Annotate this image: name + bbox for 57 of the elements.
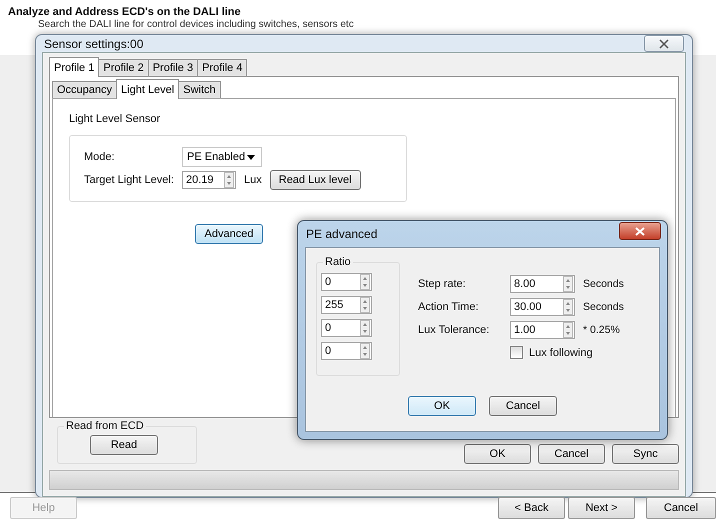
setting-field[interactable]: 30.00 <box>510 298 575 316</box>
profile-tab[interactable]: Profile 3 <box>148 59 198 76</box>
section-title: Light Level Sensor <box>69 113 162 125</box>
read-button[interactable]: Read <box>90 435 158 455</box>
target-light-level-label: Target Light Level: <box>84 174 175 186</box>
unit-label: Lux <box>244 174 262 186</box>
dropdown-arrow-icon <box>247 154 255 160</box>
setting-field[interactable]: 1.00 <box>510 320 575 338</box>
profile-tab[interactable]: Profile 2 <box>98 59 149 76</box>
dialog-button[interactable]: Cancel <box>538 444 605 464</box>
spinner-arrows-icon <box>360 297 370 313</box>
advanced-button[interactable]: Advanced <box>195 224 263 244</box>
setting-field[interactable]: 8.00 <box>510 274 575 292</box>
spinner-arrows-icon <box>563 276 573 292</box>
unit-label: Seconds <box>583 278 624 290</box>
sensor-tab[interactable]: Light Level <box>116 79 180 99</box>
mode-label: Mode: <box>84 151 116 163</box>
setting-label: Lux Tolerance: <box>418 324 490 336</box>
dialog-button[interactable]: OK <box>464 444 531 464</box>
unit-label: * 0.25% <box>583 324 620 336</box>
wizard-button[interactable]: Next > <box>568 497 635 519</box>
page-subtitle: Search the DALI line for control devices including switches, sensors etc <box>38 19 355 30</box>
close-icon <box>635 226 645 236</box>
dialog-button[interactable]: Cancel <box>489 396 557 416</box>
ratio-field[interactable]: 0 <box>321 342 372 360</box>
page-title: Analyze and Address ECD's on the DALI line <box>8 6 242 18</box>
profile-tab[interactable]: Profile 4 <box>197 59 248 76</box>
ratio-field[interactable]: 0 <box>321 319 372 337</box>
lux-following-checkbox[interactable]: Lux following <box>510 346 593 359</box>
group-title: Ratio <box>323 256 353 268</box>
read-lux-level-button[interactable]: Read Lux level <box>270 170 361 190</box>
spinner-arrows-icon <box>360 274 370 290</box>
spinner-arrows-icon <box>360 343 370 359</box>
setting-label: Action Time: <box>418 300 480 312</box>
setting-label: Step rate: <box>418 278 467 290</box>
sensor-tab[interactable]: Switch <box>178 81 221 98</box>
close-button[interactable] <box>619 222 661 240</box>
spinner-arrows-icon <box>563 298 573 314</box>
unit-label: Seconds <box>583 300 624 312</box>
window-title: Sensor settings:00 <box>44 36 144 50</box>
wizard-button[interactable]: Cancel <box>646 497 716 519</box>
group-title: Read from ECD <box>64 420 146 432</box>
wizard-button[interactable]: < Back <box>498 497 565 519</box>
dialog-button[interactable]: Sync <box>612 444 679 464</box>
spinner-arrows-icon <box>360 320 370 336</box>
close-icon <box>659 38 669 48</box>
dialog-title: PE advanced <box>306 227 378 241</box>
mode-dropdown[interactable]: PE Enabled <box>182 147 262 167</box>
profile-tab[interactable]: Profile 1 <box>49 57 100 77</box>
dialog-button[interactable]: OK <box>408 396 476 416</box>
spinner-arrows-icon <box>224 172 234 188</box>
close-button[interactable] <box>644 35 684 52</box>
spinner-arrows-icon <box>563 322 573 338</box>
ratio-field[interactable]: 0 <box>321 273 372 291</box>
ratio-field[interactable]: 255 <box>321 296 372 314</box>
target-light-level-field[interactable]: 20.19 <box>182 171 236 189</box>
sensor-tab[interactable]: Occupancy <box>52 81 118 98</box>
